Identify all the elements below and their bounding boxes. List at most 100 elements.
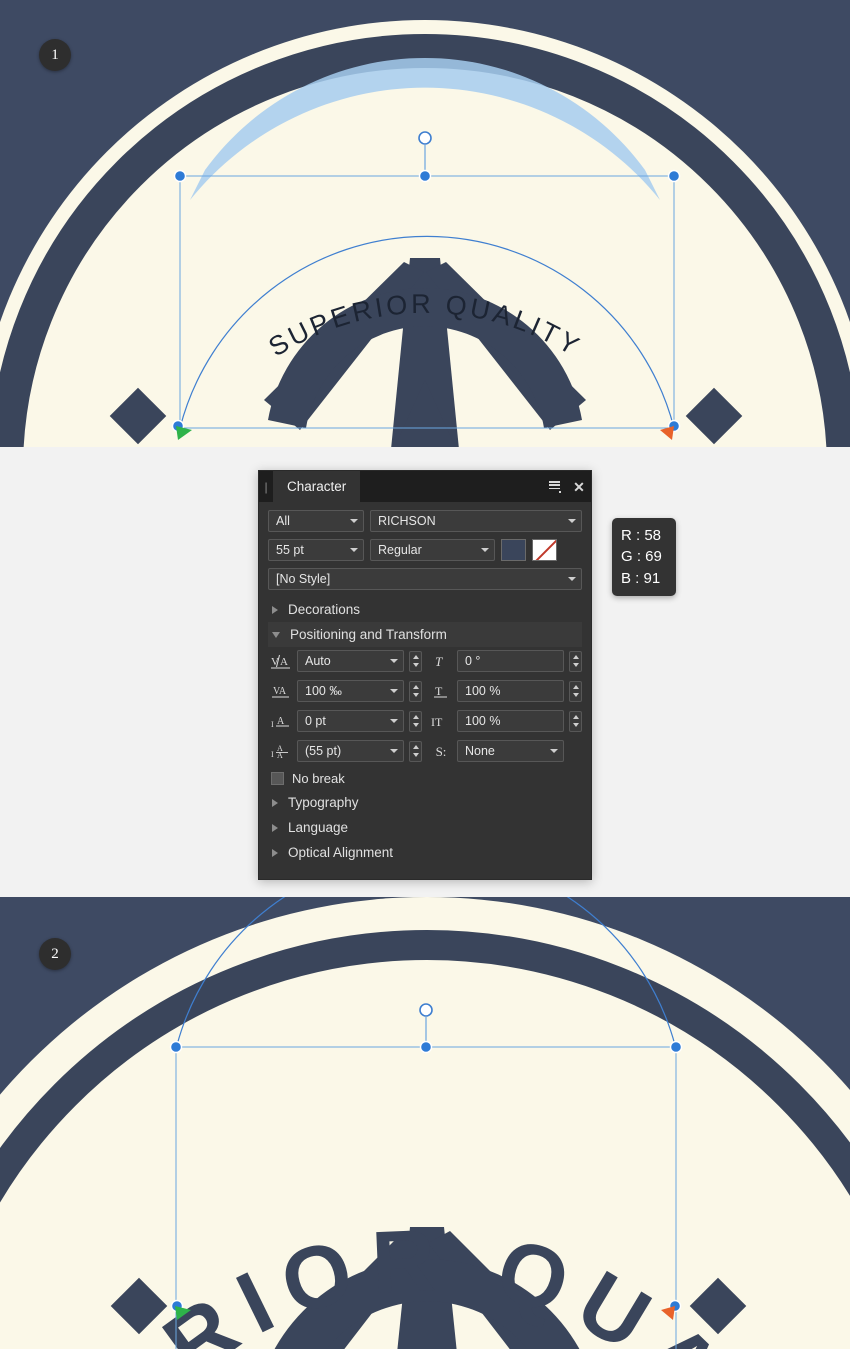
font-family-dropdown[interactable]: RICHSON bbox=[370, 510, 582, 532]
row-font-identity: All RICHSON bbox=[268, 510, 582, 532]
text-style-value: [No Style] bbox=[276, 572, 331, 586]
font-size-value: 55 pt bbox=[276, 543, 304, 557]
baseline-shift-stepper[interactable] bbox=[409, 710, 422, 732]
artwork-canvas-step-2: SUPERIOR QUALITY 2 bbox=[0, 897, 850, 1349]
leading-dropdown[interactable]: (55 pt) bbox=[297, 740, 404, 762]
skew-icon: T bbox=[430, 654, 452, 669]
leading-control[interactable]: I A A (55 pt) bbox=[270, 740, 422, 762]
style-scope-dropdown[interactable]: All bbox=[268, 510, 364, 532]
baseline-shift-control[interactable]: I A 0 pt bbox=[270, 710, 422, 732]
chevron-down-icon bbox=[481, 548, 489, 552]
tracking-dropdown[interactable]: 100 ‰ bbox=[297, 680, 404, 702]
kerning-stepper[interactable] bbox=[409, 650, 422, 672]
horizontal-scale-icon: T bbox=[430, 684, 452, 699]
tab-character[interactable]: Character bbox=[273, 471, 361, 502]
text-start-marker-icon-2 bbox=[175, 1306, 191, 1320]
font-weight-dropdown[interactable]: Regular bbox=[370, 539, 495, 561]
stepper-up-icon bbox=[572, 685, 579, 690]
badge-artwork-2: SUPERIOR QUALITY bbox=[0, 897, 850, 1349]
horizontal-scale-input[interactable]: 100 % bbox=[457, 680, 564, 702]
svg-text:I: I bbox=[271, 750, 274, 759]
vertical-scale-input[interactable]: 100 % bbox=[457, 710, 564, 732]
style-scope-value: All bbox=[276, 514, 290, 528]
tracking-icon: VA bbox=[270, 684, 292, 699]
script-value: None bbox=[465, 744, 495, 758]
baseline-shift-dropdown[interactable]: 0 pt bbox=[297, 710, 404, 732]
stepper-down-icon bbox=[412, 662, 419, 667]
tracking-control[interactable]: VA 100 ‰ bbox=[270, 680, 422, 702]
kerning-icon: V A bbox=[270, 654, 292, 669]
script-label: S: bbox=[435, 743, 447, 759]
skew-stepper[interactable] bbox=[569, 650, 582, 672]
panel-menu-button[interactable] bbox=[543, 471, 567, 502]
skew-input[interactable]: 0 ° bbox=[457, 650, 564, 672]
panel-titlebar[interactable]: | Character ✕ bbox=[259, 471, 591, 502]
kerning-value: Auto bbox=[305, 654, 331, 668]
character-panel[interactable]: | Character ✕ All RICHSON 55 pt Regular … bbox=[258, 470, 592, 880]
leading-stepper[interactable] bbox=[409, 740, 422, 762]
section-optical-alignment[interactable]: Optical Alignment bbox=[268, 840, 582, 865]
font-size-dropdown[interactable]: 55 pt bbox=[268, 539, 364, 561]
bbox-handle-left-1 bbox=[173, 169, 187, 183]
horizontal-scale-control[interactable]: T 100 % bbox=[430, 680, 582, 702]
positioning-right-column: T 0 ° T 100 % IT 100 % S: None bbox=[430, 650, 582, 762]
tracking-stepper[interactable] bbox=[409, 680, 422, 702]
section-positioning-label: Positioning and Transform bbox=[290, 627, 447, 642]
bbox-handle-right-2 bbox=[669, 1040, 683, 1054]
svg-text:T: T bbox=[435, 684, 443, 698]
section-optical-alignment-label: Optical Alignment bbox=[288, 845, 394, 860]
no-break-checkbox[interactable] bbox=[271, 771, 284, 785]
font-family-value: RICHSON bbox=[378, 514, 436, 528]
stepper-up-icon bbox=[572, 715, 579, 720]
chevron-right-icon bbox=[272, 605, 278, 614]
stepper-down-icon bbox=[572, 692, 579, 697]
stroke-color-swatch-none[interactable] bbox=[532, 539, 557, 561]
section-decorations[interactable]: Decorations bbox=[268, 597, 582, 622]
horizontal-scale-value: 100 % bbox=[465, 684, 501, 698]
text-end-marker-icon-2 bbox=[661, 1306, 675, 1320]
bbox-handle-right-1 bbox=[667, 169, 681, 183]
vertical-scale-control[interactable]: IT 100 % bbox=[430, 710, 582, 732]
section-positioning-and-transform[interactable]: Positioning and Transform bbox=[268, 622, 582, 647]
kerning-control[interactable]: V A Auto bbox=[270, 650, 422, 672]
fill-color-swatch[interactable] bbox=[501, 539, 526, 561]
chevron-down-icon bbox=[350, 548, 358, 552]
selection-overlay-1[interactable] bbox=[0, 0, 850, 447]
section-language[interactable]: Language bbox=[268, 815, 582, 840]
chevron-down-icon bbox=[568, 577, 576, 581]
tracking-value: 100 ‰ bbox=[305, 684, 342, 698]
kerning-dropdown[interactable]: Auto bbox=[297, 650, 404, 672]
text-style-dropdown[interactable]: [No Style] bbox=[268, 568, 582, 590]
stepper-up-icon bbox=[412, 655, 419, 660]
bbox-handle-top-1 bbox=[418, 169, 432, 183]
badge-artwork-1: SUPERIOR QUALITY bbox=[0, 0, 850, 447]
script-control[interactable]: S: None bbox=[430, 740, 582, 762]
panel-body: All RICHSON 55 pt Regular [No Style] Dec… bbox=[259, 502, 591, 865]
vertical-scale-value: 100 % bbox=[465, 714, 501, 728]
horizontal-scale-stepper[interactable] bbox=[569, 680, 582, 702]
skew-control[interactable]: T 0 ° bbox=[430, 650, 582, 672]
leading-icon: I A A bbox=[270, 743, 292, 759]
section-typography[interactable]: Typography bbox=[268, 790, 582, 815]
skew-value: 0 ° bbox=[465, 654, 481, 668]
chevron-right-icon bbox=[272, 823, 278, 832]
section-language-label: Language bbox=[288, 820, 349, 835]
no-break-row[interactable]: No break bbox=[268, 766, 582, 790]
selection-overlay-2[interactable] bbox=[0, 897, 850, 1349]
chevron-down-icon bbox=[390, 749, 398, 753]
chevron-down-icon bbox=[550, 749, 558, 753]
stepper-up-icon bbox=[572, 655, 579, 660]
rotate-handle-1 bbox=[418, 131, 432, 145]
bbox-handle-left-2 bbox=[169, 1040, 183, 1054]
panel-close-button[interactable]: ✕ bbox=[567, 471, 591, 502]
drag-grip-icon[interactable]: | bbox=[259, 471, 273, 502]
stepper-down-icon bbox=[572, 722, 579, 727]
vertical-scale-icon: IT bbox=[430, 714, 452, 729]
svg-text:A: A bbox=[277, 716, 285, 727]
vertical-scale-stepper[interactable] bbox=[569, 710, 582, 732]
stepper-down-icon bbox=[412, 692, 419, 697]
script-dropdown[interactable]: None bbox=[457, 740, 564, 762]
rgb-green-value: G : 69 bbox=[621, 548, 662, 566]
stepper-up-icon bbox=[412, 685, 419, 690]
svg-text:A: A bbox=[277, 751, 283, 759]
